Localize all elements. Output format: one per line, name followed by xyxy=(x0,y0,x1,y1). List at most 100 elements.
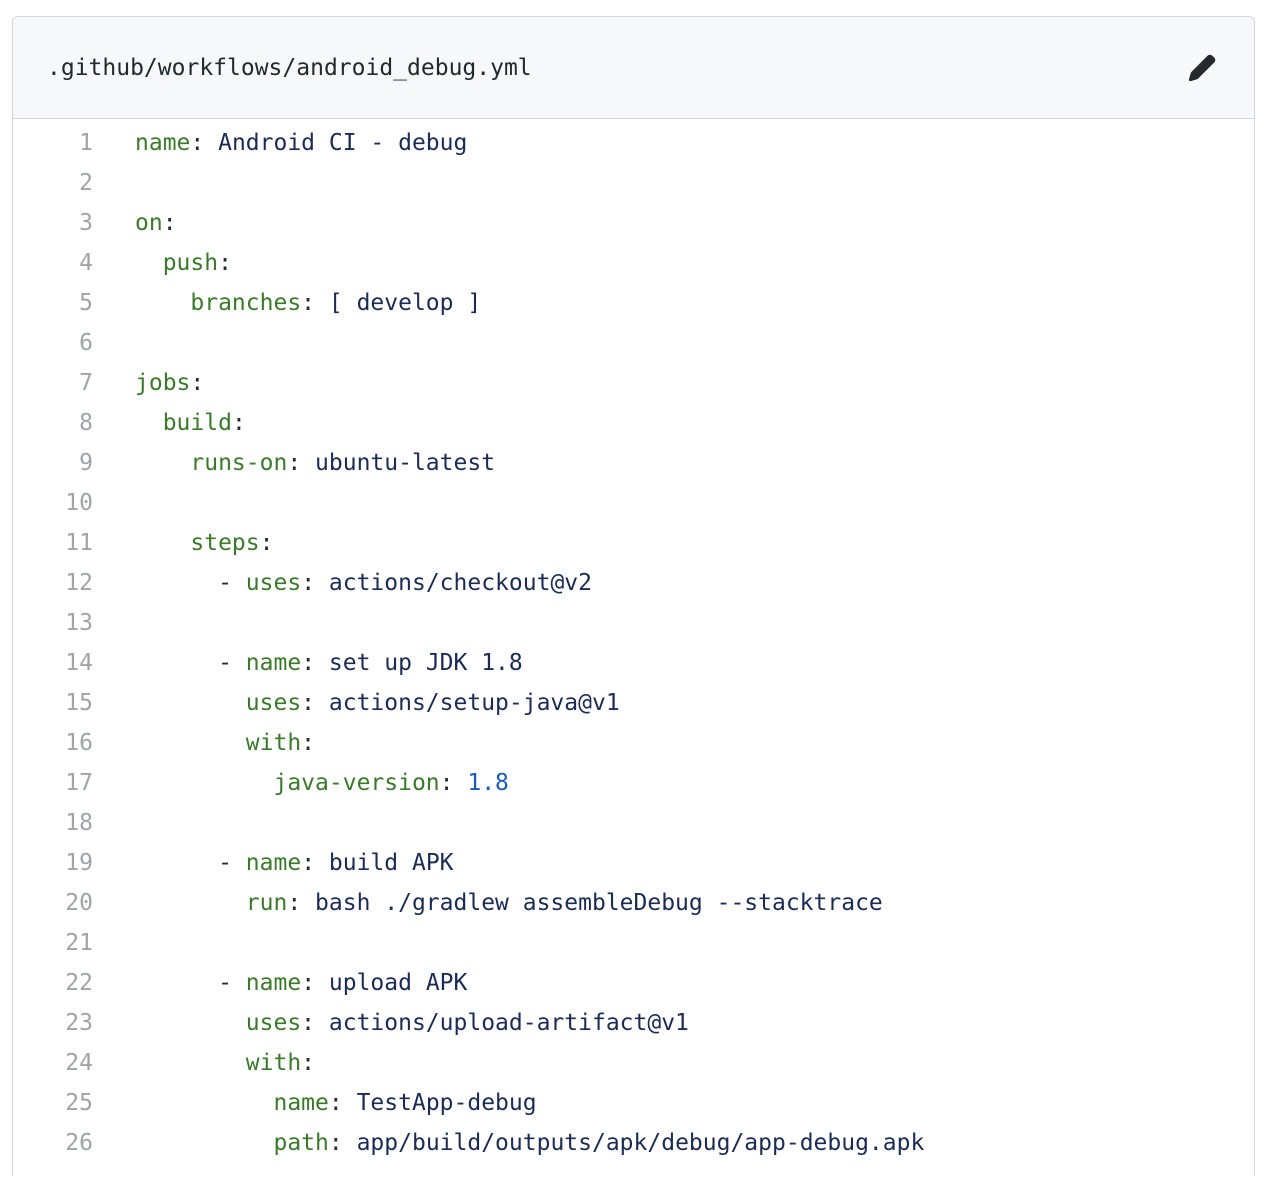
line-number[interactable]: 23 xyxy=(13,1010,93,1036)
yaml-key: uses xyxy=(245,1010,302,1036)
line-content: run: bash ./gradlew assembleDebug --stac… xyxy=(93,890,883,916)
line-number[interactable]: 14 xyxy=(13,650,93,676)
list-dash: - xyxy=(218,650,246,676)
code-line: 20 run: bash ./gradlew assembleDebug --s… xyxy=(13,883,1254,923)
yaml-key: name xyxy=(245,650,302,676)
code-line: 24 with: xyxy=(13,1043,1254,1083)
line-number[interactable]: 4 xyxy=(13,250,93,276)
line-number[interactable]: 10 xyxy=(13,490,93,516)
line-number[interactable]: 3 xyxy=(13,210,93,236)
line-number[interactable]: 2 xyxy=(13,170,93,196)
list-dash: - xyxy=(218,850,246,876)
code-line: 25 name: TestApp-debug xyxy=(13,1083,1254,1123)
yaml-value: actions/checkout@v2 xyxy=(328,570,592,596)
yaml-key: path xyxy=(273,1130,329,1156)
yaml-key: with xyxy=(245,1050,302,1076)
yaml-key: uses xyxy=(245,570,302,596)
yaml-key: uses xyxy=(245,690,302,716)
line-content: - name: build APK xyxy=(93,850,454,876)
line-number[interactable]: 21 xyxy=(13,930,93,956)
line-number[interactable]: 13 xyxy=(13,610,93,636)
file-path: .github/workflows/android_debug.yml xyxy=(47,54,532,81)
yaml-key: java-version xyxy=(273,770,440,796)
yaml-separator: : xyxy=(328,1090,357,1116)
code-line: 4 push: xyxy=(13,243,1254,283)
line-content: uses: actions/setup-java@v1 xyxy=(93,690,620,716)
code-line: 7 jobs: xyxy=(13,363,1254,403)
yaml-separator: : xyxy=(439,770,468,796)
yaml-key: push xyxy=(162,250,219,276)
line-content: push: xyxy=(93,250,232,276)
line-number[interactable]: 7 xyxy=(13,370,93,396)
line-number[interactable]: 8 xyxy=(13,410,93,436)
line-number[interactable]: 26 xyxy=(13,1130,93,1156)
yaml-separator: : xyxy=(301,690,329,716)
code-line: 10 xyxy=(13,483,1254,523)
code-line: 19 - name: build APK xyxy=(13,843,1254,883)
line-content: runs-on: ubuntu-latest xyxy=(93,450,495,476)
line-number[interactable]: 11 xyxy=(13,530,93,556)
yaml-separator: : xyxy=(301,850,329,876)
yaml-separator: : xyxy=(218,250,232,276)
yaml-separator: : xyxy=(301,570,329,596)
line-content: steps: xyxy=(93,530,273,556)
code-line: 18 xyxy=(13,803,1254,843)
line-number[interactable]: 5 xyxy=(13,290,93,316)
line-number[interactable]: 6 xyxy=(13,330,93,356)
line-content: with: xyxy=(93,730,315,756)
line-content: branches: [ develop ] xyxy=(93,290,481,316)
yaml-separator: : xyxy=(301,730,316,756)
code-line: 1 name: Android CI - debug xyxy=(13,123,1254,163)
code-line: 17 java-version: 1.8 xyxy=(13,763,1254,803)
line-number[interactable]: 24 xyxy=(13,1050,93,1076)
yaml-key: runs-on xyxy=(190,450,288,476)
list-dash: - xyxy=(218,570,246,596)
yaml-separator: : xyxy=(301,290,329,316)
code-line: 2 xyxy=(13,163,1254,203)
yaml-value: build APK xyxy=(328,850,454,876)
yaml-value: app/build/outputs/apk/debug/app-debug.ap… xyxy=(356,1130,925,1156)
code-line: 8 build: xyxy=(13,403,1254,443)
line-number[interactable]: 20 xyxy=(13,890,93,916)
yaml-key: with xyxy=(245,730,302,756)
line-number[interactable]: 16 xyxy=(13,730,93,756)
code-line: 23 uses: actions/upload-artifact@v1 xyxy=(13,1003,1254,1043)
line-content: - name: upload APK xyxy=(93,970,467,996)
yaml-key: name xyxy=(135,130,191,156)
code-line: 6 xyxy=(13,323,1254,363)
code-line: 12 - uses: actions/checkout@v2 xyxy=(13,563,1254,603)
yaml-value: actions/setup-java@v1 xyxy=(328,690,620,716)
pencil-icon xyxy=(1188,54,1216,81)
yaml-key: name xyxy=(245,970,302,996)
line-number[interactable]: 19 xyxy=(13,850,93,876)
line-content: build: xyxy=(93,410,246,436)
yaml-value: bash ./gradlew assembleDebug --stacktrac… xyxy=(315,890,883,916)
yaml-separator: : xyxy=(301,970,329,996)
list-dash: - xyxy=(218,970,246,996)
line-number[interactable]: 15 xyxy=(13,690,93,716)
yaml-value: [ develop ] xyxy=(328,290,482,316)
line-content: path: app/build/outputs/apk/debug/app-de… xyxy=(93,1130,924,1156)
line-number[interactable]: 18 xyxy=(13,810,93,836)
line-number[interactable]: 22 xyxy=(13,970,93,996)
yaml-key: on xyxy=(135,210,163,236)
yaml-value: set up JDK 1.8 xyxy=(328,650,523,676)
line-number[interactable]: 25 xyxy=(13,1090,93,1116)
line-number[interactable]: 17 xyxy=(13,770,93,796)
line-number[interactable]: 1 xyxy=(13,130,93,156)
line-number[interactable]: 12 xyxy=(13,570,93,596)
yaml-key: run xyxy=(245,890,288,916)
yaml-separator: : xyxy=(190,370,205,396)
code-line: 22 - name: upload APK xyxy=(13,963,1254,1003)
edit-button[interactable] xyxy=(1182,48,1222,88)
yaml-separator: : xyxy=(301,1050,316,1076)
line-number[interactable]: 9 xyxy=(13,450,93,476)
